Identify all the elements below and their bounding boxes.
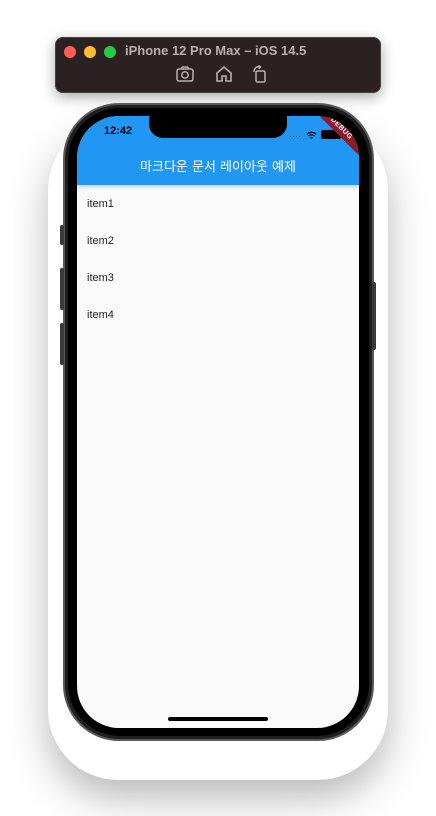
rotate-icon [250,64,270,88]
mute-switch [60,225,64,245]
close-window-button[interactable] [64,46,76,58]
notch [149,116,287,138]
list-item[interactable]: item2 [77,222,359,259]
screenshot-button[interactable] [174,65,196,87]
app-bar-title: 마크다운 문서 레이아웃 예제 [140,160,296,175]
zoom-window-button[interactable] [104,46,116,58]
home-indicator[interactable] [168,717,268,721]
item-list: item1 item2 item3 item4 [77,185,359,333]
list-item[interactable]: item3 [77,259,359,296]
rotate-button[interactable] [249,64,271,88]
simulator-title: iPhone 12 Pro Max – iOS 14.5 [125,43,307,58]
wifi-icon [306,125,317,144]
home-icon [214,64,234,88]
volume-up-button [60,268,64,310]
home-button[interactable] [213,65,235,87]
power-button [372,282,376,350]
volume-down-button [60,323,64,365]
list-item[interactable]: item4 [77,296,359,333]
phone-screen: 12:42 .... DEBUG 마크다운 문서 레이아웃 예제 item1 i… [77,116,359,728]
signal-dots: .... [289,130,302,139]
app-bar: 12:42 .... DEBUG 마크다운 문서 레이아웃 예제 [77,116,359,185]
status-time: 12:42 [104,125,133,137]
simulator-title-bar: iPhone 12 Pro Max – iOS 14.5 [55,37,381,93]
simulator-stage: iPhone 12 Pro Max – iOS 14.5 12:42 .... … [0,0,436,816]
screenshot-icon [175,64,195,88]
list-item[interactable]: item1 [77,185,359,222]
minimize-window-button[interactable] [84,46,96,58]
